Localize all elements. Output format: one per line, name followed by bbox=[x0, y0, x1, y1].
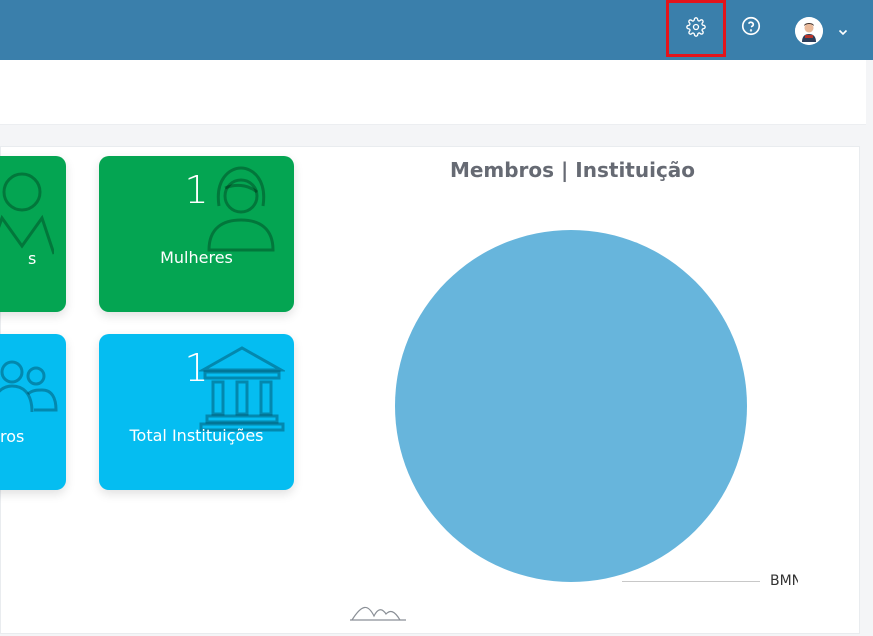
chart-title: Membros | Instituição bbox=[449, 158, 696, 182]
institutions-card[interactable]: 1 Total Instituições bbox=[99, 334, 294, 490]
women-count: 1 bbox=[184, 168, 209, 212]
members-card-label: ros bbox=[0, 427, 25, 446]
group-icon bbox=[0, 360, 58, 413]
men-card[interactable]: s bbox=[0, 156, 66, 312]
pie-slice-bmn[interactable] bbox=[395, 230, 747, 582]
help-button[interactable] bbox=[735, 12, 767, 44]
men-card-label: s bbox=[28, 249, 37, 268]
women-card[interactable]: 1 Mulheres bbox=[99, 156, 294, 312]
top-navbar bbox=[0, 0, 873, 60]
pie-label-leader-line bbox=[622, 581, 760, 582]
women-label: Mulheres bbox=[160, 248, 233, 267]
settings-button[interactable] bbox=[666, 0, 726, 57]
user-menu-toggle[interactable] bbox=[836, 24, 850, 38]
avatar[interactable] bbox=[795, 17, 823, 45]
gear-icon bbox=[686, 16, 706, 41]
chart-credits-icon bbox=[350, 606, 406, 621]
institutions-count: 1 bbox=[184, 346, 209, 390]
pie-chart bbox=[395, 230, 747, 582]
help-circle-icon bbox=[740, 15, 762, 41]
page-subheader bbox=[0, 60, 866, 125]
members-card[interactable]: ros bbox=[0, 334, 66, 490]
pie-slice-label: BMN bbox=[770, 573, 798, 589]
chevron-down-icon bbox=[838, 22, 848, 41]
institutions-label: Total Instituições bbox=[129, 426, 264, 445]
man-icon bbox=[0, 172, 54, 255]
